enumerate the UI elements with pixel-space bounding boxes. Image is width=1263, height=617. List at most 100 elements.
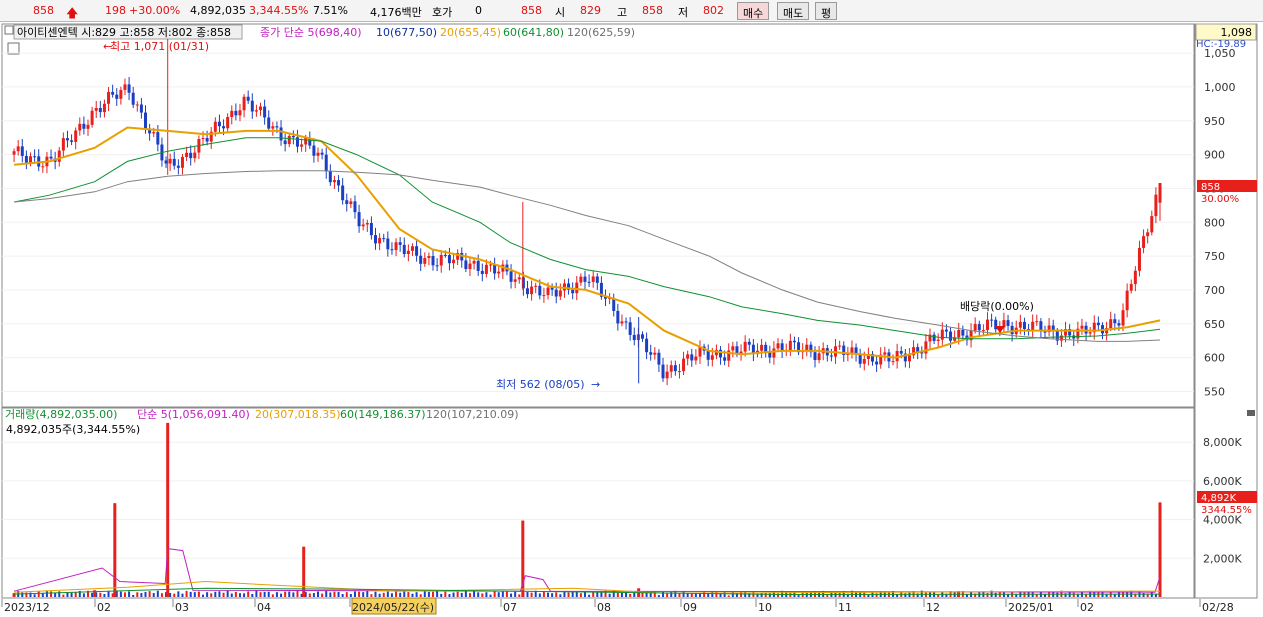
volume-bar bbox=[255, 590, 258, 597]
candle-body bbox=[226, 117, 230, 129]
volume-bar bbox=[214, 591, 217, 597]
volume-bar bbox=[366, 590, 369, 597]
y-tick-label: 550 bbox=[1204, 385, 1225, 398]
candle-body bbox=[1096, 322, 1100, 326]
grid-toggle-icon[interactable] bbox=[7, 42, 20, 55]
candle-body bbox=[977, 324, 981, 331]
x-tick-label: 04 bbox=[257, 601, 271, 614]
candle-body bbox=[620, 321, 624, 324]
volume-panel bbox=[1, 407, 1195, 599]
candle-body bbox=[550, 287, 554, 290]
volume-bar bbox=[132, 594, 135, 597]
last-candle-body bbox=[1158, 183, 1162, 203]
x-tick-label: 08 bbox=[597, 601, 611, 614]
volume-bar bbox=[66, 592, 69, 597]
volume-bar bbox=[349, 593, 352, 597]
candle-body bbox=[61, 138, 65, 151]
volume-bar bbox=[411, 593, 414, 597]
candle-body bbox=[74, 130, 78, 142]
sell-button[interactable]: 매도 bbox=[777, 2, 810, 20]
candle-body bbox=[916, 347, 920, 352]
candle-body bbox=[144, 112, 148, 129]
candle-body bbox=[287, 136, 291, 145]
volume-bar bbox=[403, 591, 406, 597]
volume-bar bbox=[797, 595, 800, 597]
volume-bar bbox=[616, 592, 619, 597]
turnover-pct: 7.51% bbox=[313, 4, 348, 17]
volume-bar bbox=[596, 592, 599, 597]
candle-body bbox=[813, 352, 817, 361]
stock-chart[interactable]: 1,098 HC:-19.89 아이티센엔텍 시:829 고:858 저:802… bbox=[0, 23, 1263, 617]
legend-ma20: 20(655,45) bbox=[440, 26, 501, 39]
candle-body bbox=[936, 339, 940, 341]
candle-body bbox=[735, 346, 739, 354]
candle-body bbox=[65, 138, 69, 141]
high-value: 858 bbox=[642, 4, 663, 17]
volume-bar bbox=[325, 590, 328, 597]
volume-bar bbox=[218, 591, 221, 597]
candle-body bbox=[616, 310, 620, 324]
candle-body bbox=[324, 154, 328, 172]
candle-body bbox=[24, 155, 28, 163]
candle-body bbox=[805, 344, 809, 351]
candle-body bbox=[337, 180, 341, 186]
candle-body bbox=[632, 334, 636, 341]
dividend-annotation: 배당락(0.00%) bbox=[960, 300, 1034, 313]
x-tick-label: 09 bbox=[683, 601, 697, 614]
x-tick-label: 07 bbox=[503, 601, 517, 614]
avg-button[interactable]: 평 bbox=[815, 2, 838, 20]
candle-body bbox=[452, 259, 456, 264]
candle-body bbox=[517, 277, 521, 280]
y-tick-label: 600 bbox=[1204, 352, 1225, 365]
candle-body bbox=[595, 276, 599, 283]
volume-spike-bar bbox=[113, 503, 117, 597]
candle-body bbox=[530, 286, 534, 295]
candle-body bbox=[899, 351, 903, 354]
vol-tick-label: 2,000K bbox=[1203, 552, 1242, 565]
volume-bar bbox=[875, 593, 878, 597]
candle-body bbox=[682, 358, 686, 372]
volume-bar bbox=[904, 593, 907, 597]
candle-body bbox=[164, 160, 168, 164]
candle-body bbox=[883, 352, 887, 355]
candle-body bbox=[394, 242, 398, 251]
volume-bar bbox=[263, 591, 266, 597]
vol-pct-badge-text: 3344.55% bbox=[1201, 505, 1252, 516]
volume-bar bbox=[567, 592, 570, 597]
candle-body bbox=[875, 361, 879, 365]
candle-body bbox=[575, 282, 579, 294]
candle-body bbox=[57, 150, 61, 162]
volume-bar bbox=[280, 593, 283, 597]
x-tick-label: 03 bbox=[175, 601, 189, 614]
volume-bar bbox=[678, 593, 681, 597]
volume-bar bbox=[197, 591, 200, 597]
right-arrow-icon: → bbox=[591, 378, 600, 391]
volume-bar bbox=[358, 591, 361, 597]
candle-body bbox=[353, 201, 357, 213]
volume-bar bbox=[370, 594, 373, 597]
x-tick-label: 02 bbox=[1080, 601, 1094, 614]
candle-body bbox=[862, 359, 866, 364]
candle-body bbox=[907, 355, 911, 362]
buy-button[interactable]: 매수 bbox=[737, 2, 770, 20]
candle-body bbox=[690, 354, 694, 361]
volume-bar bbox=[555, 592, 558, 597]
vol-legend-ma20: 20(307,018.35) bbox=[255, 408, 341, 421]
candle-body bbox=[328, 171, 332, 183]
collapse-icon[interactable] bbox=[1247, 410, 1255, 416]
volume-bar bbox=[477, 592, 480, 597]
candle-body bbox=[472, 260, 476, 264]
volume-bar bbox=[530, 592, 533, 597]
pct-badge-text: 30.00% bbox=[1201, 194, 1239, 205]
panel-menu-icon[interactable] bbox=[4, 25, 14, 35]
candle-body bbox=[139, 104, 143, 113]
candle-body bbox=[480, 270, 484, 274]
candle-body bbox=[279, 127, 283, 141]
candle-body bbox=[657, 352, 661, 365]
candle-body bbox=[115, 94, 119, 99]
volume-bar bbox=[526, 591, 529, 597]
volume-bar bbox=[382, 592, 385, 597]
volume-bar bbox=[103, 593, 106, 597]
volume-bar bbox=[427, 591, 430, 597]
volume-bar bbox=[275, 592, 278, 597]
